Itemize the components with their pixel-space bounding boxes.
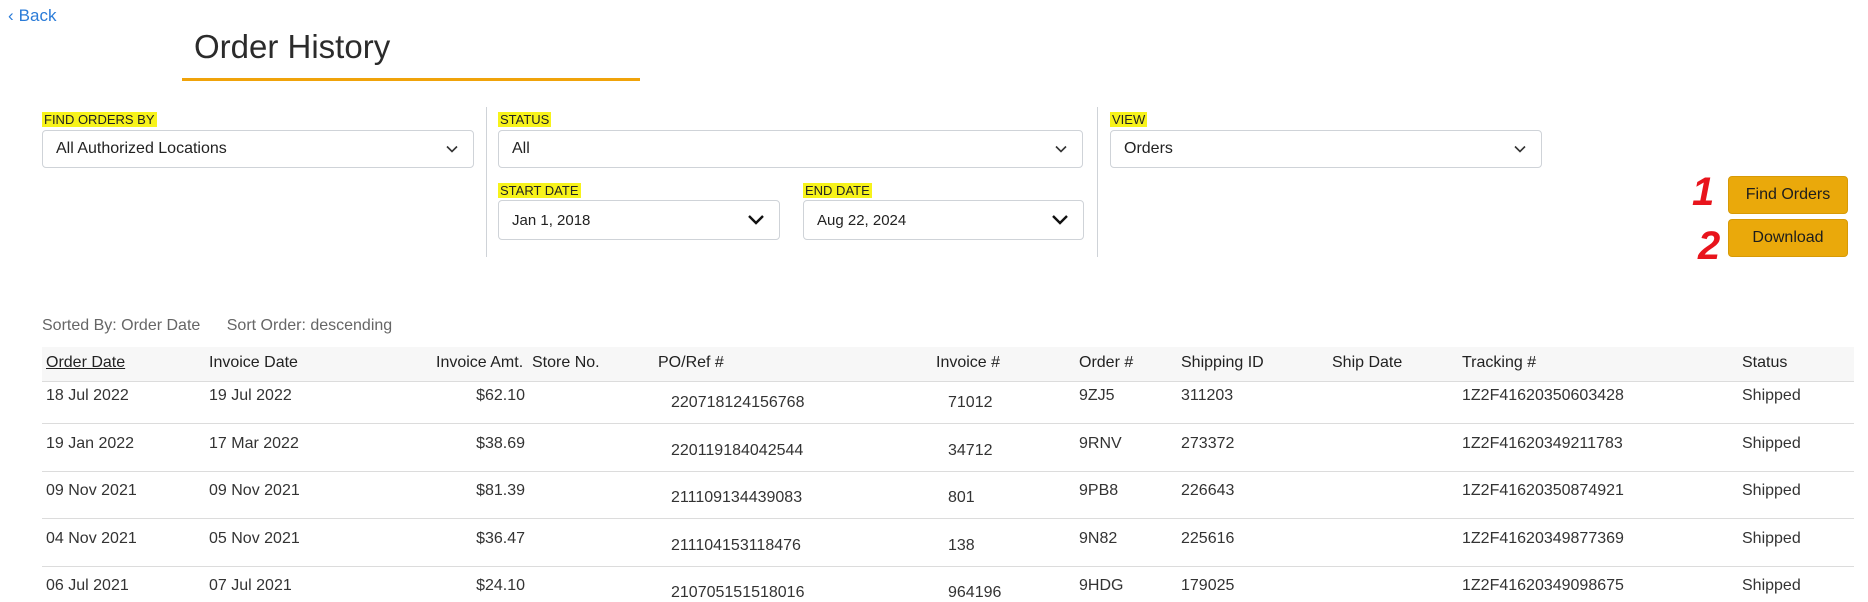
po-ref-link[interactable]: 220718124156768 (671, 394, 804, 412)
invoice-amount-cell: $38.69 (476, 434, 525, 452)
shipping-id-cell: 225616 (1181, 529, 1235, 547)
chevron-down-icon (1055, 145, 1067, 153)
start-date-value: Jan 1, 2018 (512, 211, 591, 229)
annotation-1: 1 (1692, 170, 1715, 214)
invoice-date-cell: 19 Jul 2022 (209, 387, 292, 404)
order-number-cell: 9N82 (1079, 529, 1118, 547)
order-number-cell: 9RNV (1079, 434, 1122, 452)
start-date-label: START DATE (498, 183, 581, 198)
sort-info: Sorted By: Order Date Sort Order: descen… (42, 317, 414, 335)
column-header-invoice-number: Invoice # (936, 354, 1001, 371)
find-by-label: FIND ORDERS BY (42, 112, 157, 127)
status-value: All (512, 140, 530, 157)
column-header-order-date[interactable]: Order Date (46, 354, 125, 372)
invoice-date-cell: 17 Mar 2022 (209, 434, 299, 452)
po-ref-link[interactable]: 211109134439083 (671, 489, 802, 507)
order-number-cell: 9HDG (1079, 577, 1124, 594)
find-orders-button[interactable]: Find Orders (1728, 176, 1848, 214)
tracking-link[interactable]: 1Z2F41620349877369 (1462, 530, 1624, 548)
tracking-link[interactable]: 1Z2F41620350603428 (1462, 387, 1624, 405)
filter-divider (1097, 107, 1098, 257)
find-by-value: All Authorized Locations (56, 140, 227, 157)
column-header-order-number: Order # (1079, 354, 1134, 371)
invoice-number-link[interactable]: 138 (948, 537, 975, 555)
back-link[interactable]: ‹ Back (8, 6, 56, 26)
filter-divider (486, 107, 487, 257)
row-divider (42, 470, 1854, 472)
invoice-amount-cell: $62.10 (476, 387, 525, 404)
status-cell: Shipped (1742, 434, 1801, 452)
row-divider (42, 518, 1854, 519)
column-header-invoice-amt: Invoice Amt. (436, 354, 524, 371)
view-select[interactable]: Orders (1110, 130, 1542, 168)
status-select[interactable]: All (498, 130, 1083, 168)
column-header-ship-date: Ship Date (1332, 354, 1403, 371)
order-number-cell: 9ZJ5 (1079, 387, 1115, 404)
invoice-number-link[interactable]: 964196 (948, 584, 1001, 602)
chevron-down-icon (748, 215, 764, 225)
status-cell: Shipped (1742, 577, 1801, 594)
end-date-label: END DATE (803, 183, 872, 198)
status-cell: Shipped (1742, 482, 1801, 499)
page-title: Order History (194, 28, 391, 65)
download-button[interactable]: Download (1728, 219, 1848, 257)
invoice-number-link[interactable]: 34712 (948, 442, 993, 460)
row-divider (42, 423, 1854, 424)
invoice-number-link[interactable]: 71012 (948, 394, 993, 412)
column-header-status: Status (1742, 354, 1788, 371)
start-date-select[interactable]: Jan 1, 2018 (498, 200, 780, 240)
find-by-select[interactable]: All Authorized Locations (42, 130, 474, 168)
invoice-date-cell: 07 Jul 2021 (209, 577, 292, 594)
status-cell: Shipped (1742, 529, 1801, 547)
order-date-cell: 18 Jul 2022 (46, 387, 129, 404)
sorted-by-text: Sorted By: Order Date (42, 317, 201, 334)
po-ref-link[interactable]: 210705151518016 (671, 584, 804, 602)
invoice-date-cell: 09 Nov 2021 (209, 482, 300, 499)
header-divider (42, 381, 1854, 382)
status-label: STATUS (498, 112, 552, 127)
invoice-amount-cell: $24.10 (476, 577, 525, 594)
tracking-link[interactable]: 1Z2F41620349098675 (1462, 577, 1624, 595)
invoice-number-link[interactable]: 801 (948, 489, 975, 507)
title-underline (182, 78, 640, 81)
tracking-link[interactable]: 1Z2F41620350874921 (1462, 482, 1624, 500)
back-label: Back (18, 6, 57, 25)
end-date-select[interactable]: Aug 22, 2024 (803, 200, 1084, 240)
tracking-link[interactable]: 1Z2F41620349211783 (1462, 435, 1623, 453)
view-label: VIEW (1110, 112, 1148, 127)
order-number-cell: 9PB8 (1079, 482, 1119, 499)
shipping-id-cell: 179025 (1181, 577, 1235, 594)
shipping-id-cell: 226643 (1181, 482, 1235, 499)
invoice-amount-cell: $36.47 (476, 529, 525, 547)
chevron-left-icon: ‹ (8, 6, 14, 25)
column-header-invoice-date: Invoice Date (209, 354, 298, 371)
view-value: Orders (1124, 140, 1173, 157)
shipping-id-cell: 273372 (1181, 434, 1235, 452)
order-date-cell: 19 Jan 2022 (46, 434, 135, 452)
annotation-2: 2 (1698, 224, 1721, 268)
order-date-cell: 06 Jul 2021 (46, 577, 129, 594)
shipping-id-cell: 311203 (1181, 387, 1234, 404)
order-date-cell: 09 Nov 2021 (46, 482, 137, 499)
sort-order-text: Sort Order: descending (226, 317, 393, 334)
po-ref-link[interactable]: 211104153118476 (671, 537, 801, 555)
order-date-cell: 04 Nov 2021 (46, 529, 137, 547)
chevron-down-icon (1514, 145, 1526, 153)
chevron-down-icon (1052, 215, 1068, 225)
row-divider (42, 565, 1854, 567)
column-header-shipping-id: Shipping ID (1181, 354, 1264, 371)
chevron-down-icon (446, 145, 458, 153)
column-header-store-no: Store No. (532, 354, 600, 371)
po-ref-link[interactable]: 220119184042544 (671, 442, 803, 460)
invoice-date-cell: 05 Nov 2021 (209, 529, 300, 547)
invoice-amount-cell: $81.39 (476, 482, 525, 499)
status-cell: Shipped (1742, 387, 1801, 404)
column-header-po-ref: PO/Ref # (658, 354, 724, 371)
end-date-value: Aug 22, 2024 (817, 211, 907, 229)
column-header-tracking: Tracking # (1462, 354, 1537, 371)
